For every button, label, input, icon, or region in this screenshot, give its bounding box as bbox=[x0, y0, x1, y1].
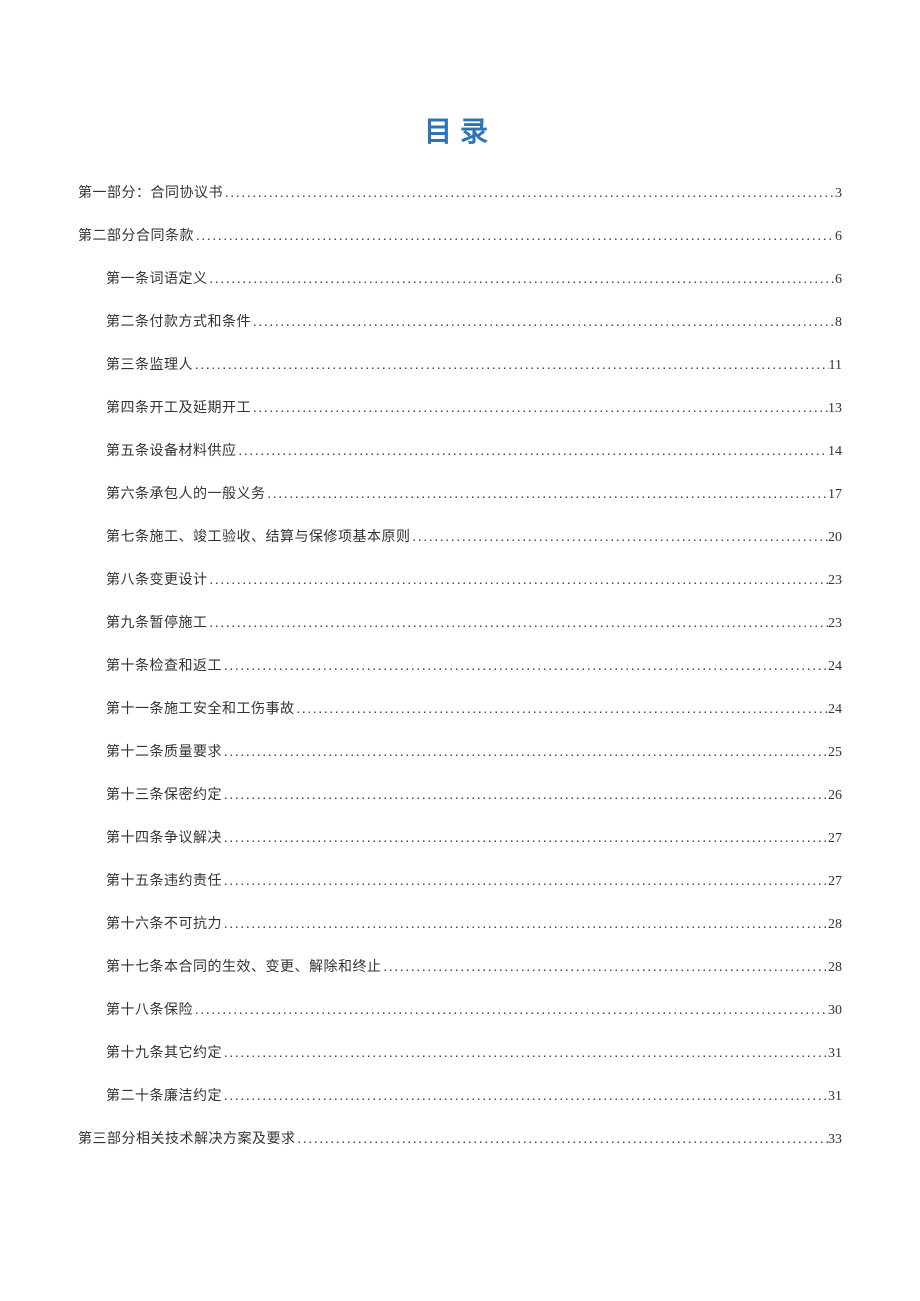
toc-entry-page: 24 bbox=[828, 702, 842, 718]
toc-entry-page: 13 bbox=[828, 401, 842, 417]
toc-entry-label: 第一条词语定义 bbox=[106, 268, 208, 288]
toc-entry-label: 第九条暂停施工 bbox=[106, 612, 208, 632]
toc-dots bbox=[222, 659, 828, 675]
toc-dots bbox=[251, 401, 828, 417]
toc-entry-page: 3 bbox=[835, 186, 842, 202]
toc-entry-page: 28 bbox=[828, 960, 842, 976]
toc-entry-label: 第十条检查和返工 bbox=[106, 655, 222, 675]
toc-entry-label: 第一部分：合同协议书 bbox=[78, 182, 223, 202]
toc-entry-page: 31 bbox=[828, 1046, 842, 1062]
toc-dots bbox=[208, 616, 829, 632]
toc-entry-label: 第十九条其它约定 bbox=[106, 1042, 222, 1062]
toc-dots bbox=[193, 1003, 828, 1019]
toc-dots bbox=[237, 444, 829, 460]
toc-title: 目录 bbox=[78, 110, 842, 150]
toc-entry-page: 27 bbox=[828, 874, 842, 890]
toc-dots bbox=[382, 960, 829, 976]
toc-dots bbox=[222, 917, 828, 933]
toc-dots bbox=[222, 831, 828, 847]
toc-entry: 第八条变更设计 23 bbox=[78, 569, 842, 589]
toc-entry-label: 第十六条不可抗力 bbox=[106, 913, 222, 933]
toc-dots bbox=[222, 1089, 828, 1105]
toc-entry-label: 第五条设备材料供应 bbox=[106, 440, 237, 460]
toc-entry-label: 第三部分相关技术解决方案及要求 bbox=[78, 1128, 296, 1148]
toc-entry: 第十三条保密约定 26 bbox=[78, 784, 842, 804]
toc-entry: 第一部分：合同协议书 3 bbox=[78, 182, 842, 202]
toc-entry-page: 6 bbox=[835, 229, 842, 245]
toc-entry-page: 27 bbox=[828, 831, 842, 847]
toc-entry-label: 第二十条廉洁约定 bbox=[106, 1085, 222, 1105]
toc-entry: 第十五条违约责任 27 bbox=[78, 870, 842, 890]
toc-entry-page: 23 bbox=[828, 616, 842, 632]
toc-entry-page: 23 bbox=[828, 573, 842, 589]
toc-dots bbox=[222, 1046, 828, 1062]
toc-entry-page: 33 bbox=[828, 1132, 842, 1148]
toc-dots bbox=[194, 229, 835, 245]
toc-dots bbox=[193, 358, 829, 374]
toc-entry: 第十七条本合同的生效、变更、解除和终止 28 bbox=[78, 956, 842, 976]
toc-entry-label: 第二部分合同条款 bbox=[78, 225, 194, 245]
toc-entry-label: 第十三条保密约定 bbox=[106, 784, 222, 804]
toc-dots bbox=[222, 874, 828, 890]
toc-list: 第一部分：合同协议书3第二部分合同条款6第一条词语定义6第二条付款方式和条件8第… bbox=[78, 182, 842, 1148]
toc-entry-label: 第十八条保险 bbox=[106, 999, 193, 1019]
toc-entry: 第十六条不可抗力 28 bbox=[78, 913, 842, 933]
toc-entry-page: 20 bbox=[828, 530, 842, 546]
toc-entry-label: 第十一条施工安全和工伤事故 bbox=[106, 698, 295, 718]
toc-entry: 第七条施工、竣工验收、结算与保修项基本原则 20 bbox=[78, 526, 842, 546]
toc-dots bbox=[208, 272, 836, 288]
toc-entry: 第二条付款方式和条件 8 bbox=[78, 311, 842, 331]
toc-dots bbox=[296, 1132, 829, 1148]
toc-entry: 第十八条保险 30 bbox=[78, 999, 842, 1019]
toc-entry: 第九条暂停施工 23 bbox=[78, 612, 842, 632]
toc-entry: 第十九条其它约定 31 bbox=[78, 1042, 842, 1062]
toc-entry: 第十一条施工安全和工伤事故 24 bbox=[78, 698, 842, 718]
toc-entry: 第五条设备材料供应 14 bbox=[78, 440, 842, 460]
toc-entry: 第二部分合同条款 6 bbox=[78, 225, 842, 245]
toc-entry-page: 28 bbox=[828, 917, 842, 933]
toc-entry-page: 6 bbox=[835, 272, 842, 288]
toc-entry-page: 26 bbox=[828, 788, 842, 804]
toc-dots bbox=[251, 315, 835, 331]
toc-entry-page: 24 bbox=[828, 659, 842, 675]
toc-dots bbox=[222, 745, 828, 761]
toc-entry: 第六条承包人的一般义务 17 bbox=[78, 483, 842, 503]
toc-entry-page: 31 bbox=[828, 1089, 842, 1105]
toc-dots bbox=[295, 702, 829, 718]
toc-dots bbox=[222, 788, 828, 804]
toc-entry-page: 11 bbox=[829, 358, 842, 374]
toc-dots bbox=[411, 530, 829, 546]
toc-entry-label: 第三条监理人 bbox=[106, 354, 193, 374]
toc-entry-page: 30 bbox=[828, 1003, 842, 1019]
toc-entry-page: 8 bbox=[835, 315, 842, 331]
toc-entry-page: 14 bbox=[828, 444, 842, 460]
toc-entry-label: 第十七条本合同的生效、变更、解除和终止 bbox=[106, 956, 382, 976]
toc-entry-label: 第十四条争议解决 bbox=[106, 827, 222, 847]
toc-entry-label: 第十五条违约责任 bbox=[106, 870, 222, 890]
toc-entry-page: 17 bbox=[828, 487, 842, 503]
toc-dots bbox=[266, 487, 829, 503]
toc-entry: 第十条检查和返工 24 bbox=[78, 655, 842, 675]
toc-entry-label: 第六条承包人的一般义务 bbox=[106, 483, 266, 503]
toc-entry: 第十二条质量要求 25 bbox=[78, 741, 842, 761]
toc-entry: 第二十条廉洁约定 31 bbox=[78, 1085, 842, 1105]
toc-entry: 第四条开工及延期开工 13 bbox=[78, 397, 842, 417]
toc-entry: 第一条词语定义 6 bbox=[78, 268, 842, 288]
toc-dots bbox=[223, 186, 835, 202]
toc-dots bbox=[208, 573, 829, 589]
toc-entry-label: 第十二条质量要求 bbox=[106, 741, 222, 761]
toc-entry: 第三部分相关技术解决方案及要求 33 bbox=[78, 1128, 842, 1148]
toc-entry: 第十四条争议解决 27 bbox=[78, 827, 842, 847]
toc-entry: 第三条监理人 11 bbox=[78, 354, 842, 374]
toc-entry-label: 第四条开工及延期开工 bbox=[106, 397, 251, 417]
toc-entry-label: 第八条变更设计 bbox=[106, 569, 208, 589]
toc-entry-label: 第七条施工、竣工验收、结算与保修项基本原则 bbox=[106, 526, 411, 546]
toc-entry-label: 第二条付款方式和条件 bbox=[106, 311, 251, 331]
toc-entry-page: 25 bbox=[828, 745, 842, 761]
